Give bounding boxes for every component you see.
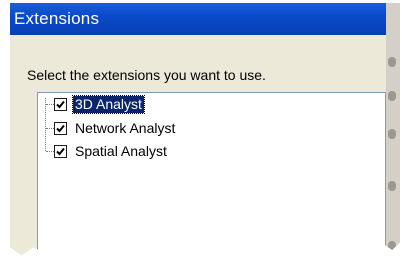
checkmark-icon (56, 100, 65, 109)
edge-knob (388, 91, 396, 101)
edge-knob (388, 57, 396, 67)
extension-checkbox-spatial-analyst[interactable] (54, 145, 67, 158)
instruction-text: Select the extensions you want to use. (27, 67, 266, 83)
edge-knob (388, 181, 396, 191)
extension-checkbox-network-analyst[interactable] (54, 122, 67, 135)
tree-connector (46, 151, 54, 152)
checkmark-icon (56, 147, 65, 156)
extension-checkbox-3d-analyst[interactable] (54, 98, 67, 111)
tree-connector-line (45, 98, 46, 151)
tree-connector (46, 104, 54, 105)
tree-connector (46, 128, 54, 129)
edge-knob (388, 241, 396, 251)
edge-knob (388, 129, 396, 139)
extension-label-spatial-analyst[interactable]: Spatial Analyst (73, 143, 169, 160)
extension-label-3d-analyst[interactable]: 3D Analyst (72, 95, 145, 114)
checkmark-icon (56, 124, 65, 133)
extension-label-network-analyst[interactable]: Network Analyst (73, 120, 177, 137)
dialog-title: Extensions (14, 9, 100, 28)
extensions-list[interactable]: 3D Analyst Network Analyst Spatial Analy… (37, 92, 386, 256)
title-bar[interactable]: Extensions (10, 3, 386, 35)
extensions-dialog: Extensions Select the extensions you wan… (10, 3, 400, 256)
